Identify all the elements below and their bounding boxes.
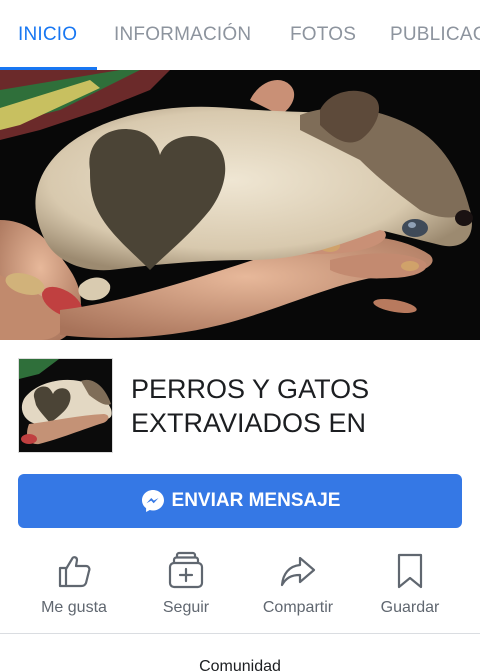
send-message-label: ENVIAR MENSAJE	[171, 490, 341, 511]
bookmark-icon	[397, 553, 423, 589]
share-label: Compartir	[262, 599, 334, 616]
save-button[interactable]: Guardar	[354, 545, 466, 625]
follow-icon	[168, 551, 204, 589]
follow-label: Seguir	[162, 599, 210, 616]
like-button[interactable]: Me gusta	[18, 545, 130, 625]
section-divider	[0, 633, 480, 634]
tab-inicio[interactable]: INICIO	[18, 0, 77, 70]
tab-bar: INICIO INFORMACIÓN FOTOS PUBLICACIONES	[0, 0, 480, 70]
profile-image	[19, 359, 112, 452]
save-label: Guardar	[380, 599, 440, 616]
follow-button[interactable]: Seguir	[130, 545, 242, 625]
page-actions: Me gusta Seguir Compartir Guardar	[0, 545, 480, 635]
messenger-icon	[140, 488, 166, 514]
like-label: Me gusta	[41, 599, 107, 616]
tab-fotos[interactable]: FOTOS	[290, 0, 356, 70]
cover-image	[0, 70, 480, 340]
community-section-title: Comunidad	[199, 658, 281, 672]
tab-publicaciones[interactable]: PUBLICACIONES	[390, 0, 480, 70]
tab-informacion[interactable]: INFORMACIÓN	[114, 0, 251, 70]
page-title: PERROS Y GATOS EXTRAVIADOS EN	[131, 374, 370, 438]
share-button[interactable]: Compartir	[242, 545, 354, 625]
send-message-button[interactable]: ENVIAR MENSAJE	[18, 474, 462, 528]
share-icon	[280, 556, 316, 587]
profile-picture[interactable]	[18, 358, 113, 453]
cover-photo[interactable]	[0, 70, 480, 340]
thumbs-up-icon	[58, 556, 91, 588]
